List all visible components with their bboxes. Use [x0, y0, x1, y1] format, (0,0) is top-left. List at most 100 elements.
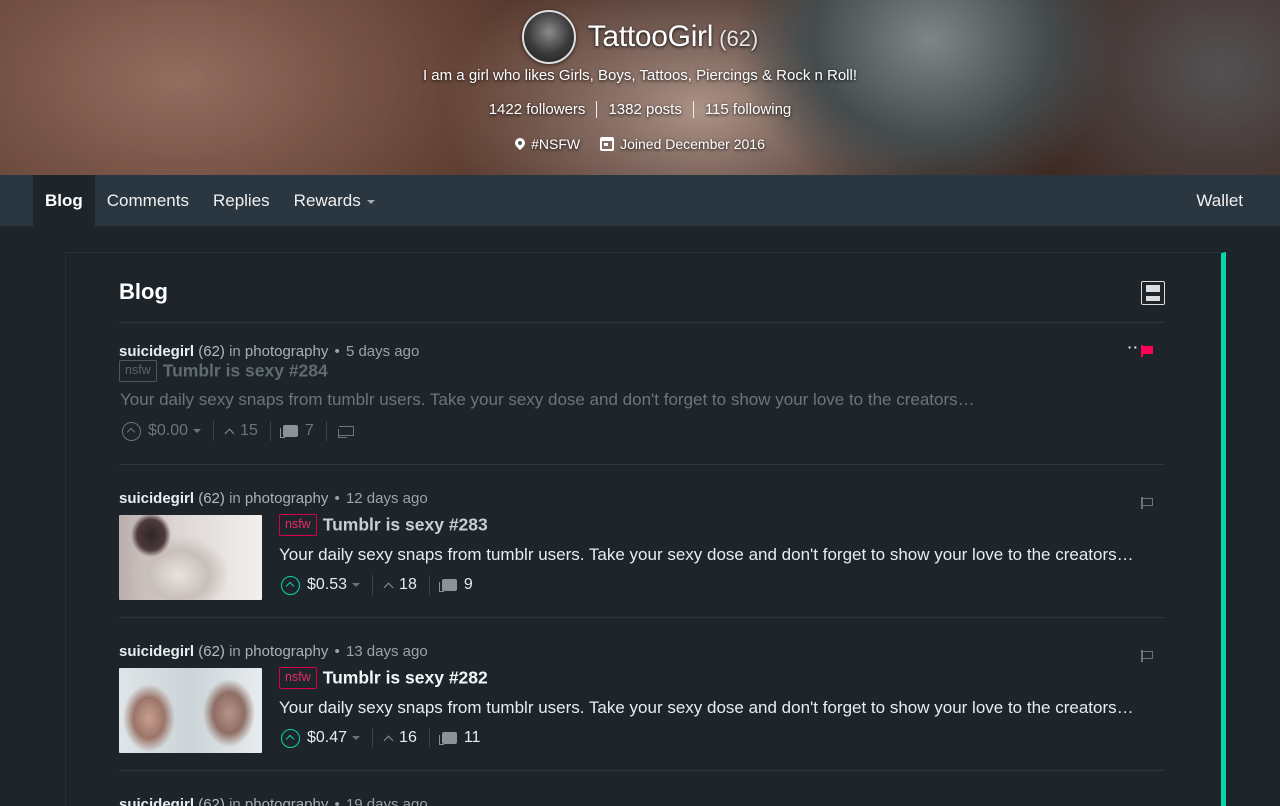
post-summary[interactable]: Your daily sexy snaps from tumblr users.… — [120, 390, 1020, 410]
post-title-row: nsfw Tumblr is sexy #282 — [279, 667, 488, 689]
post-category-prefix: in — [229, 490, 241, 507]
post-age[interactable]: 12 days ago — [346, 490, 428, 507]
post-summary[interactable]: Your daily sexy snaps from tumblr users.… — [279, 545, 1169, 565]
post-header: suicidegirl (62) in photography • 19 day… — [119, 796, 1165, 806]
flag-icon[interactable] — [1141, 497, 1153, 509]
profile-meta: #NSFW Joined December 2016 — [0, 136, 1280, 152]
separator-dot: • — [334, 343, 340, 360]
post-item: suicidegirl (62) in photography • 12 day… — [119, 490, 1165, 618]
profile-joined: Joined December 2016 — [600, 136, 765, 152]
comments-icon — [438, 579, 457, 592]
post-author[interactable]: suicidegirl — [119, 796, 194, 806]
location-pin-icon — [515, 138, 525, 151]
upvote-icon[interactable] — [122, 421, 141, 441]
comments-group: 9 — [428, 575, 485, 595]
post-author[interactable]: suicidegirl — [119, 643, 194, 660]
post-category[interactable]: photography — [245, 490, 328, 507]
votes-count[interactable]: 16 — [399, 729, 417, 747]
post-category[interactable]: photography — [245, 343, 328, 360]
nsfw-tag: nsfw — [279, 667, 317, 689]
upvote-icon[interactable] — [281, 728, 300, 748]
following-link[interactable]: 115 following — [692, 101, 802, 118]
votes-group: 15 — [213, 421, 270, 441]
layout-toggle-icon[interactable] — [1141, 281, 1165, 305]
post-item: suicidegirl (62) in photography • 13 day… — [119, 643, 1165, 771]
chevron-down-icon — [366, 200, 375, 204]
post-item: suicidegirl (62) in photography • 5 days… — [119, 339, 1165, 465]
comments-count[interactable]: 9 — [464, 576, 473, 594]
separator-dot: • — [334, 796, 340, 806]
post-thumbnail[interactable] — [119, 515, 262, 600]
post-header: suicidegirl (62) in photography • 13 day… — [119, 643, 1165, 660]
more-dots-icon[interactable]: ·· — [1128, 339, 1139, 355]
comments-group: 7 — [269, 421, 326, 441]
tab-wallet[interactable]: Wallet — [1184, 175, 1255, 226]
avatar[interactable] — [521, 10, 576, 64]
payout-dropdown-icon[interactable] — [352, 583, 361, 587]
tab-rewards[interactable]: Rewards — [282, 175, 387, 226]
post-author-rep: (62) — [198, 796, 225, 806]
comments-icon — [438, 732, 457, 745]
flag-icon[interactable] — [1141, 345, 1153, 357]
post-summary[interactable]: Your daily sexy snaps from tumblr users.… — [279, 698, 1169, 718]
comments-count[interactable]: 11 — [464, 729, 481, 747]
followers-link[interactable]: 1422 followers — [478, 101, 597, 118]
post-author-rep: (62) — [198, 490, 225, 507]
votes-chevron-icon — [224, 428, 235, 438]
votes-group: 16 — [372, 728, 429, 748]
post-title-row: nsfw Tumblr is sexy #284 — [119, 360, 328, 382]
post-title[interactable]: Tumblr is sexy #283 — [323, 515, 488, 535]
post-age[interactable]: 13 days ago — [346, 643, 428, 660]
post-author[interactable]: suicidegirl — [119, 490, 194, 507]
payout-value[interactable]: $0.00 — [148, 422, 188, 440]
votes-count[interactable]: 15 — [240, 422, 258, 440]
post-title[interactable]: Tumblr is sexy #284 — [163, 361, 328, 381]
profile-reputation: (62) — [719, 26, 759, 51]
separator-dot: • — [334, 490, 340, 507]
comments-count[interactable]: 7 — [305, 422, 314, 440]
comments-icon — [279, 425, 298, 438]
post-author[interactable]: suicidegirl — [119, 343, 194, 360]
post-actions: $0.00 15 7 — [122, 421, 366, 441]
post-age[interactable]: 19 days ago — [346, 796, 428, 806]
profile-about: I am a girl who likes Girls, Boys, Tatto… — [422, 67, 858, 84]
post-category[interactable]: photography — [245, 796, 328, 806]
profile-info: TattooGirl (62) I am a girl who likes Gir… — [0, 0, 1280, 175]
post-category[interactable]: photography — [245, 643, 328, 660]
profile-cover: TattooGirl (62) I am a girl who likes Gir… — [0, 0, 1280, 175]
votes-count[interactable]: 18 — [399, 576, 417, 594]
post-actions: $0.47 16 11 — [281, 728, 492, 748]
resteem-group — [325, 421, 366, 441]
post-age[interactable]: 5 days ago — [346, 343, 419, 360]
separator-dot: • — [334, 643, 340, 660]
post-category-prefix: in — [229, 643, 241, 660]
flag-icon[interactable] — [1141, 650, 1153, 662]
post-author-rep: (62) — [198, 343, 225, 360]
payout-group: $0.00 — [122, 421, 213, 441]
calendar-icon — [600, 137, 615, 151]
votes-chevron-icon — [383, 582, 394, 592]
profile-nav: Blog Comments Replies Rewards Wallet — [0, 175, 1280, 226]
nsfw-tag: nsfw — [279, 514, 317, 536]
resteem-icon[interactable] — [337, 426, 354, 438]
post-category-prefix: in — [229, 796, 241, 806]
payout-dropdown-icon[interactable] — [193, 429, 202, 433]
post-title[interactable]: Tumblr is sexy #282 — [323, 668, 488, 688]
post-header: suicidegirl (62) in photography • 5 days… — [119, 343, 1165, 360]
payout-dropdown-icon[interactable] — [352, 736, 361, 740]
payout-value[interactable]: $0.47 — [307, 729, 347, 747]
votes-chevron-icon — [383, 735, 394, 745]
post-thumbnail[interactable] — [119, 668, 262, 753]
tab-comments[interactable]: Comments — [95, 175, 201, 226]
post-actions: $0.53 18 9 — [281, 575, 485, 595]
payout-value[interactable]: $0.53 — [307, 576, 347, 594]
profile-stats: 1422 followers 1382 posts 115 following — [0, 101, 1280, 118]
tab-replies[interactable]: Replies — [201, 175, 282, 226]
payout-group: $0.53 — [281, 575, 372, 595]
page-title: Blog — [119, 279, 168, 304]
comments-group: 11 — [428, 728, 493, 748]
tab-blog[interactable]: Blog — [33, 175, 95, 226]
upvote-icon[interactable] — [281, 575, 300, 595]
blog-header: Blog — [119, 279, 1165, 323]
posts-count: 1382 posts — [596, 101, 692, 118]
